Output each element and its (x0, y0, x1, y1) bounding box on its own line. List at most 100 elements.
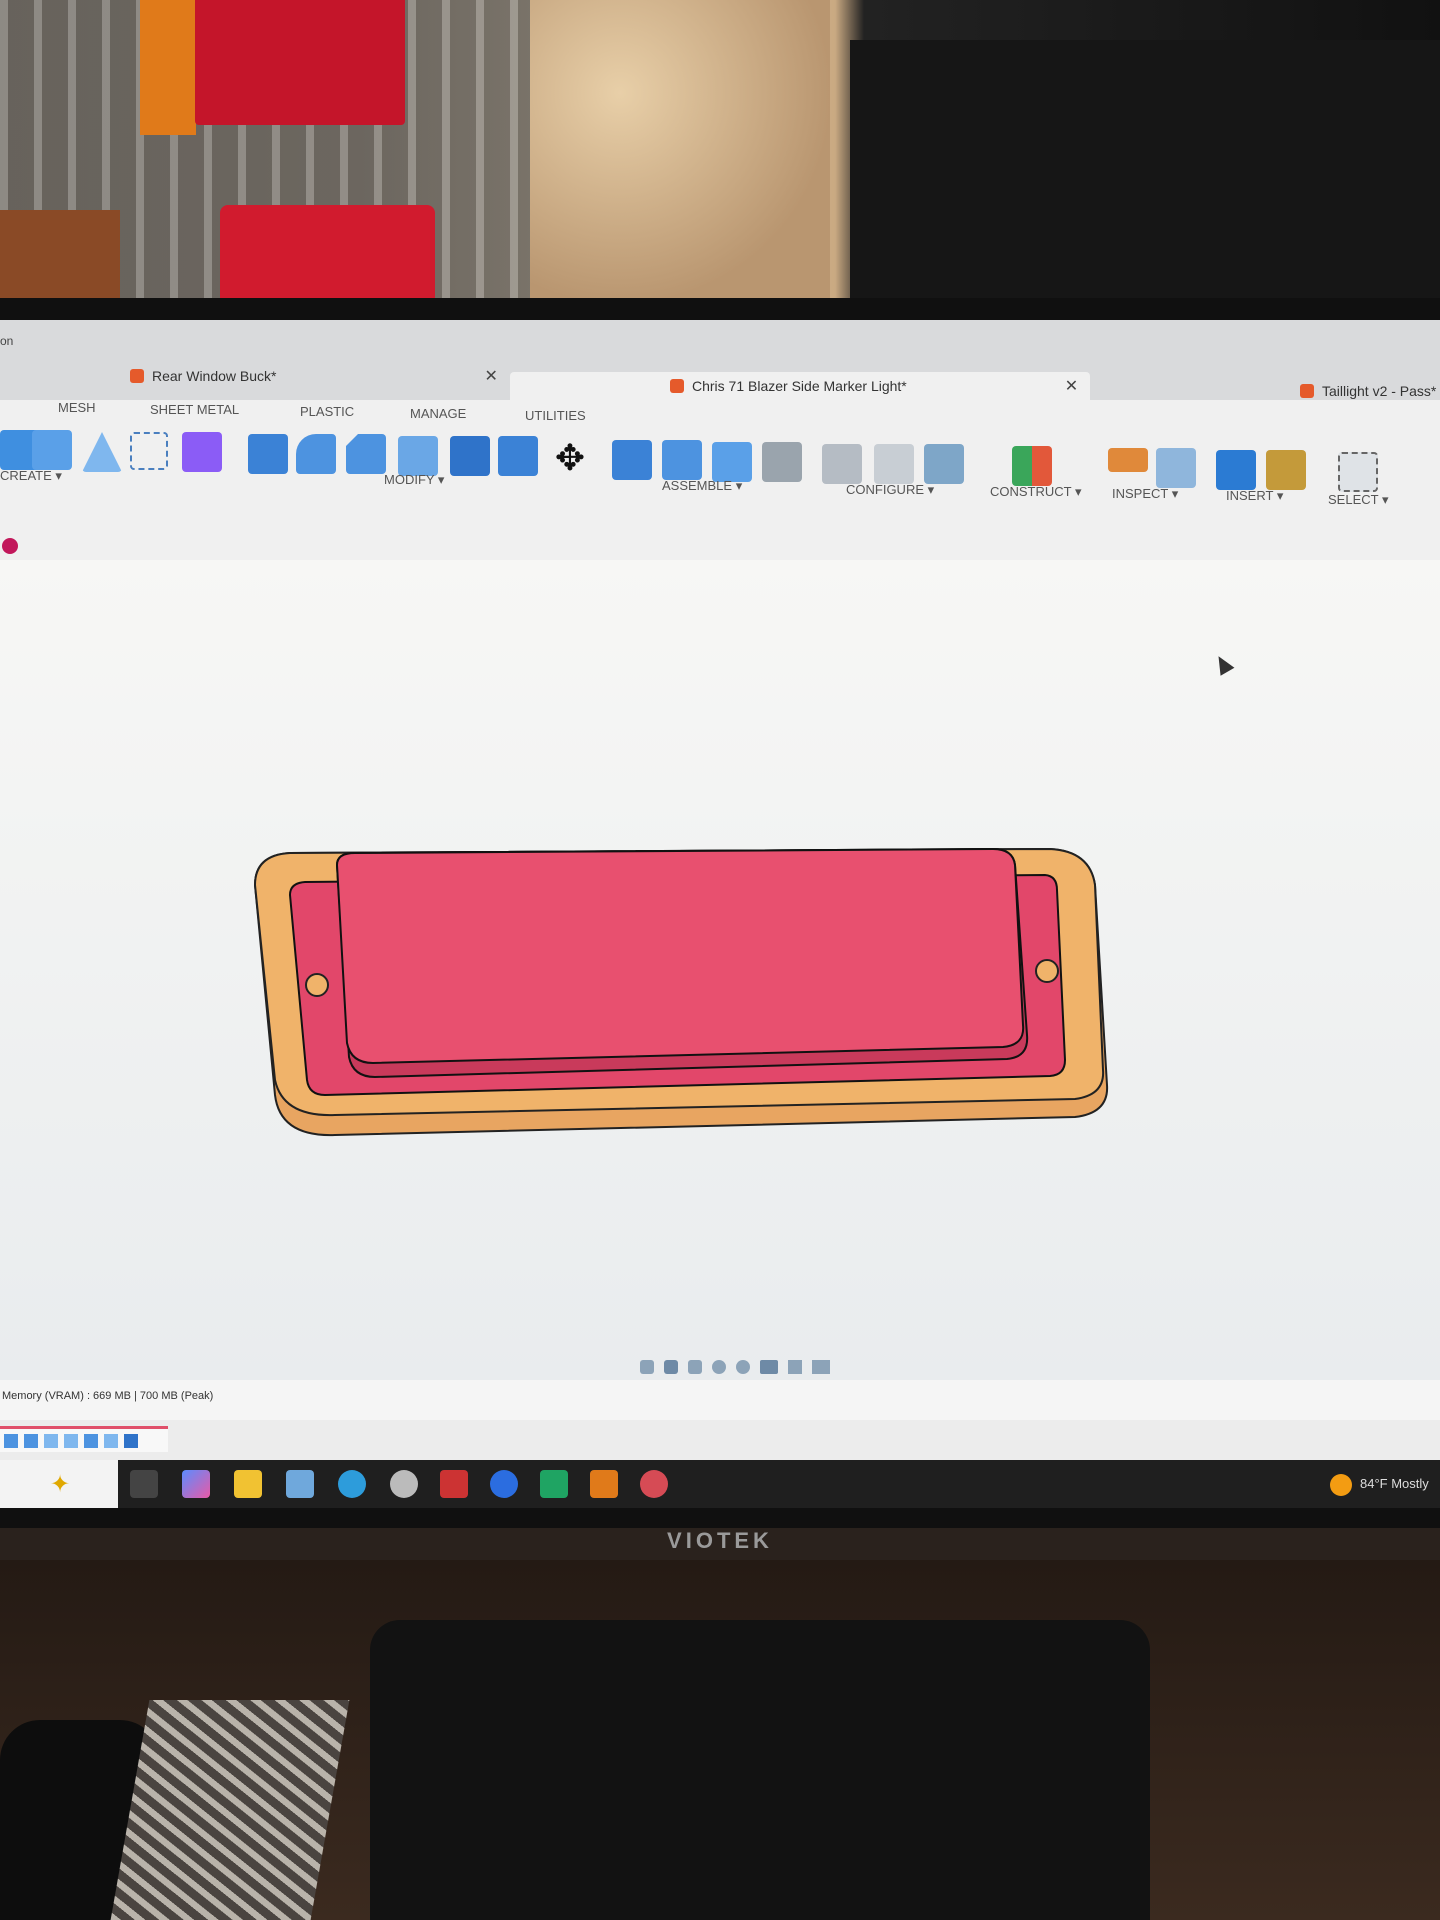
ribbon-tab-sheet-metal[interactable]: SHEET METAL (150, 402, 239, 417)
joint-icon[interactable] (662, 440, 702, 480)
stucco-wall (530, 0, 830, 310)
windows-taskbar: ✦ 84°F Mostly (0, 1460, 1440, 1508)
edge-icon[interactable] (338, 1470, 366, 1498)
fusion-icon[interactable] (590, 1470, 618, 1498)
close-icon[interactable]: ✕ (485, 366, 498, 386)
timeline-feature-icon[interactable] (64, 1433, 78, 1448)
sheets-icon[interactable] (540, 1470, 568, 1498)
design-icon (670, 379, 684, 393)
zoom-icon[interactable] (712, 1360, 726, 1374)
leather-swatch (220, 205, 435, 305)
fusion-window: on Rear Window Buck* ✕ Chris 71 Blazer S… (0, 320, 1440, 1508)
chamfer-icon[interactable] (346, 434, 386, 474)
mouse-cursor-icon (1211, 652, 1235, 676)
tab-label: Rear Window Buck* (152, 368, 277, 384)
copilot-search-area[interactable]: ✦ (0, 1460, 118, 1508)
weather-icon[interactable] (1330, 1474, 1352, 1496)
ribbon-tab-mesh[interactable]: MESH (58, 400, 96, 415)
ribbon-tab-plastic[interactable]: PLASTIC (300, 404, 354, 419)
browser-toggle-icon[interactable] (2, 538, 18, 554)
grid-icon[interactable] (788, 1360, 802, 1374)
press-pull-icon[interactable] (248, 434, 288, 474)
design-icon (1300, 384, 1314, 398)
monitor-stand (370, 1620, 1150, 1920)
tab-rear-window-buck[interactable]: Rear Window Buck* ✕ (130, 356, 498, 396)
select-group-label[interactable]: SELECT ▾ (1328, 492, 1388, 508)
file-explorer-icon[interactable] (234, 1470, 262, 1498)
revolve-icon[interactable] (82, 432, 122, 472)
as-built-joint-icon[interactable] (712, 442, 752, 482)
timeline-feature-icon[interactable] (4, 1433, 18, 1448)
app-icon[interactable] (490, 1470, 518, 1498)
fit-icon[interactable] (736, 1360, 750, 1374)
toolbar-ribbon: MESH SHEET METAL PLASTIC MANAGE UTILITIE… (0, 400, 1440, 560)
look-at-icon[interactable] (664, 1360, 678, 1374)
create-group-label[interactable]: CREATE ▾ (0, 468, 62, 484)
timeline-strip[interactable] (0, 1426, 168, 1452)
new-component-icon[interactable] (612, 440, 652, 480)
viewports-icon[interactable] (812, 1360, 830, 1374)
box-plus-icon[interactable] (182, 432, 222, 472)
dark-object (850, 40, 1440, 320)
tab-label: Chris 71 Blazer Side Marker Light* (692, 378, 907, 394)
inspect-group-label[interactable]: INSPECT ▾ (1112, 486, 1178, 502)
metal-grille (110, 1700, 350, 1920)
tab-side-marker-light[interactable]: Chris 71 Blazer Side Marker Light* ✕ (510, 372, 1090, 400)
app-icon[interactable] (390, 1470, 418, 1498)
copilot-icon[interactable] (182, 1470, 210, 1498)
ribbon-tab-manage[interactable]: MANAGE (410, 406, 466, 421)
configure-group-label[interactable]: CONFIGURE ▾ (846, 482, 934, 498)
construct-group-label[interactable]: CONSTRUCT ▾ (990, 484, 1082, 500)
tab-taillight[interactable]: Taillight v2 - Pass* (1300, 382, 1436, 400)
app-icon[interactable] (440, 1470, 468, 1498)
swatch-tag (140, 0, 196, 135)
viewport-canvas[interactable] (0, 538, 1440, 1380)
shell-icon[interactable] (398, 436, 438, 476)
task-view-icon[interactable] (130, 1470, 158, 1498)
modify-group-label[interactable]: MODIFY ▾ (384, 472, 444, 488)
design-icon (130, 369, 144, 383)
timeline-feature-icon[interactable] (84, 1433, 98, 1448)
weather-text[interactable]: 84°F Mostly (1360, 1476, 1429, 1491)
leather-swatch (195, 0, 405, 125)
insert-group-label[interactable]: INSERT ▾ (1226, 488, 1283, 504)
sparkle-icon: ✦ (50, 1471, 71, 1498)
replace-face-icon[interactable] (498, 436, 538, 476)
motion-link-icon[interactable] (762, 442, 802, 482)
partial-title: on (0, 334, 14, 348)
theme-icon[interactable] (924, 444, 964, 484)
assemble-group-label[interactable]: ASSEMBLE ▾ (662, 478, 742, 494)
memory-readout: Memory (VRAM) : 669 MB | 700 MB (Peak) (2, 1390, 214, 1402)
timeline-feature-icon[interactable] (104, 1433, 118, 1448)
select-icon[interactable] (1338, 452, 1378, 492)
document-tab-bar: on Rear Window Buck* ✕ Chris 71 Blazer S… (0, 320, 1440, 400)
insert-mesh-icon[interactable] (1266, 450, 1306, 490)
extrude-icon[interactable] (32, 430, 72, 470)
plane-icon[interactable] (1012, 446, 1052, 486)
insert-image-icon[interactable] (1216, 450, 1256, 490)
timeline (0, 1420, 1440, 1460)
timeline-feature-icon[interactable] (44, 1433, 58, 1448)
configure-icon[interactable] (822, 444, 862, 484)
table-icon[interactable] (874, 444, 914, 484)
fillet-icon[interactable] (296, 434, 336, 474)
app-icon[interactable] (640, 1470, 668, 1498)
store-icon[interactable] (286, 1470, 314, 1498)
navigation-bar (640, 1360, 880, 1376)
combine-icon[interactable] (450, 436, 490, 476)
pan-icon[interactable] (688, 1360, 702, 1374)
section-analysis-icon[interactable] (1156, 448, 1196, 488)
display-settings-icon[interactable] (760, 1360, 778, 1374)
ribbon-tab-utilities[interactable]: UTILITIES (525, 408, 586, 423)
status-bar: Memory (VRAM) : 669 MB | 700 MB (Peak) (0, 1380, 1440, 1420)
orbit-icon[interactable] (640, 1360, 654, 1374)
timeline-feature-icon[interactable] (124, 1433, 138, 1448)
move-icon[interactable]: ✥ (550, 438, 590, 478)
timeline-feature-icon[interactable] (24, 1433, 38, 1448)
tab-label: Taillight v2 - Pass* (1322, 383, 1437, 399)
leather-swatch (0, 210, 120, 300)
measure-icon[interactable] (1108, 448, 1148, 472)
form-icon[interactable] (130, 432, 168, 470)
close-icon[interactable]: ✕ (1065, 376, 1078, 396)
side-marker-model[interactable] (245, 845, 1115, 1205)
